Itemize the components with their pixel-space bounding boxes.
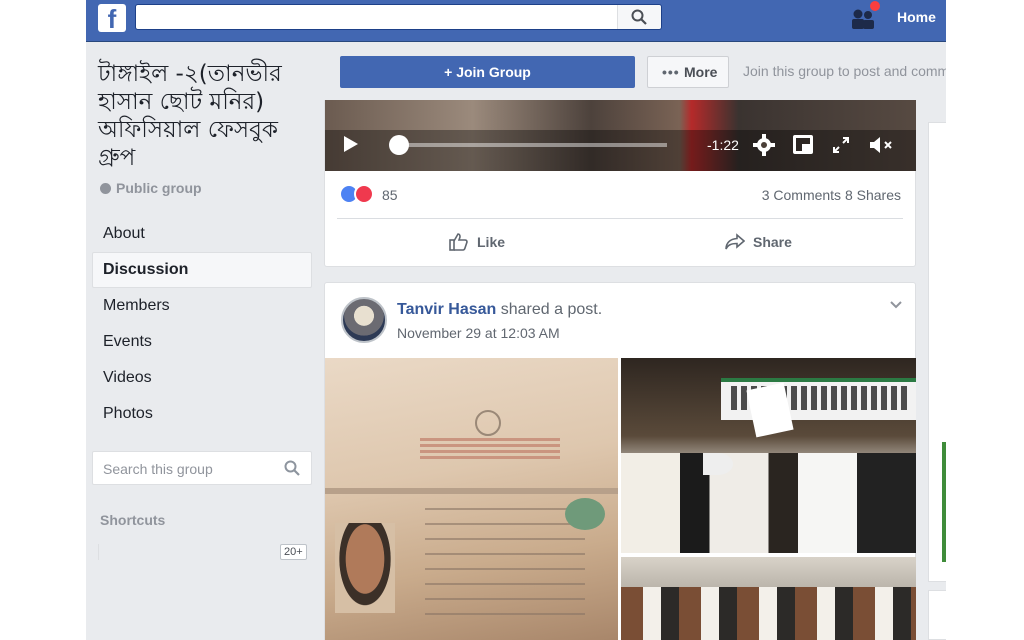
facebook-page: f Home টাঙ্গাইল -২(তানভীর হাসান ছোট মনির… bbox=[86, 0, 946, 640]
video-controls-bar bbox=[325, 130, 916, 171]
more-dots-icon: ••• bbox=[662, 64, 680, 80]
comments-shares-count[interactable]: 3 Comments 8 Shares bbox=[762, 187, 901, 203]
post-header: Tanvir Hasan shared a post. bbox=[397, 301, 602, 319]
video-scrubber-handle[interactable] bbox=[389, 135, 409, 155]
search-icon[interactable] bbox=[284, 460, 300, 476]
group-search-input[interactable]: Search this group bbox=[92, 451, 312, 485]
nav-members[interactable]: Members bbox=[92, 288, 312, 324]
search-button[interactable] bbox=[617, 5, 661, 29]
share-button[interactable]: Share bbox=[725, 233, 792, 251]
share-icon bbox=[725, 233, 745, 250]
post-photo-rally[interactable] bbox=[621, 358, 916, 553]
photo-detail bbox=[703, 453, 733, 475]
play-icon[interactable] bbox=[344, 136, 358, 152]
video-progress-bar[interactable] bbox=[397, 143, 667, 147]
post-action-text: shared a post. bbox=[496, 301, 603, 318]
join-hint-text: Join this group to post and comm bbox=[743, 63, 946, 79]
like-icon bbox=[449, 233, 468, 251]
photo-detail bbox=[565, 498, 605, 530]
post-timestamp[interactable]: November 29 at 12:03 AM bbox=[397, 325, 560, 341]
nav-videos[interactable]: Videos bbox=[92, 360, 312, 396]
author-link[interactable]: Tanvir Hasan bbox=[397, 301, 496, 318]
author-avatar[interactable] bbox=[341, 297, 387, 343]
top-bar: f Home bbox=[86, 0, 946, 42]
group-title[interactable]: টাঙ্গাইল -২(তানভীর হাসান ছোট মনির) অফিসি… bbox=[98, 60, 318, 172]
like-label: Like bbox=[477, 234, 506, 250]
photo-detail bbox=[335, 523, 395, 613]
pip-icon[interactable] bbox=[793, 135, 813, 154]
globe-icon bbox=[100, 183, 111, 194]
more-button[interactable]: ••• More bbox=[647, 56, 729, 88]
post-card: -1:22 85 3 Comments 8 Shares Like Share bbox=[324, 100, 916, 267]
facebook-logo-icon[interactable]: f bbox=[98, 4, 126, 32]
video-time-remaining: -1:22 bbox=[707, 137, 739, 153]
join-group-button[interactable]: + Join Group bbox=[340, 56, 635, 88]
gear-icon[interactable] bbox=[753, 134, 775, 156]
search-icon bbox=[631, 9, 647, 25]
right-column-panel bbox=[928, 590, 946, 640]
left-column: টাঙ্গাইল -২(তানভীর হাসান ছোট মনির) অফিসি… bbox=[86, 42, 323, 640]
shortcuts-heading: Shortcuts bbox=[100, 512, 166, 528]
fullscreen-icon[interactable] bbox=[832, 136, 850, 154]
privacy-label: Public group bbox=[116, 180, 202, 196]
group-search-placeholder: Search this group bbox=[103, 461, 213, 477]
nav-discussion[interactable]: Discussion bbox=[92, 252, 312, 288]
right-column-image[interactable] bbox=[942, 442, 946, 562]
share-label: Share bbox=[753, 234, 792, 250]
reaction-count[interactable]: 85 bbox=[382, 187, 398, 203]
like-button[interactable]: Like bbox=[449, 233, 505, 251]
group-nav: About Discussion Members Events Videos P… bbox=[92, 216, 312, 432]
mute-icon[interactable] bbox=[868, 135, 894, 155]
nav-photos[interactable]: Photos bbox=[92, 396, 312, 432]
chevron-down-icon[interactable] bbox=[889, 297, 903, 311]
photo-detail bbox=[621, 453, 916, 553]
right-column bbox=[928, 100, 946, 640]
photo-detail bbox=[420, 438, 560, 462]
post-photo-crowd[interactable] bbox=[621, 557, 916, 640]
post-photo-passport[interactable] bbox=[325, 358, 618, 640]
love-reaction-icon bbox=[354, 184, 374, 204]
nav-events[interactable]: Events bbox=[92, 324, 312, 360]
global-search-input[interactable] bbox=[135, 4, 662, 30]
post-card: Tanvir Hasan shared a post. November 29 … bbox=[324, 282, 916, 640]
shortcuts-count-badge[interactable]: 20+ bbox=[280, 544, 307, 560]
home-link[interactable]: Home bbox=[897, 9, 936, 25]
photo-detail bbox=[425, 508, 585, 618]
photo-detail bbox=[621, 587, 916, 640]
more-label: More bbox=[684, 64, 718, 80]
nav-about[interactable]: About bbox=[92, 216, 312, 252]
group-privacy: Public group bbox=[100, 180, 202, 196]
photo-detail bbox=[325, 488, 618, 494]
video-player[interactable]: -1:22 bbox=[325, 100, 916, 171]
notification-badge bbox=[869, 0, 881, 12]
shortcut-divider bbox=[98, 544, 99, 560]
photo-detail bbox=[475, 410, 501, 436]
divider bbox=[337, 218, 903, 219]
